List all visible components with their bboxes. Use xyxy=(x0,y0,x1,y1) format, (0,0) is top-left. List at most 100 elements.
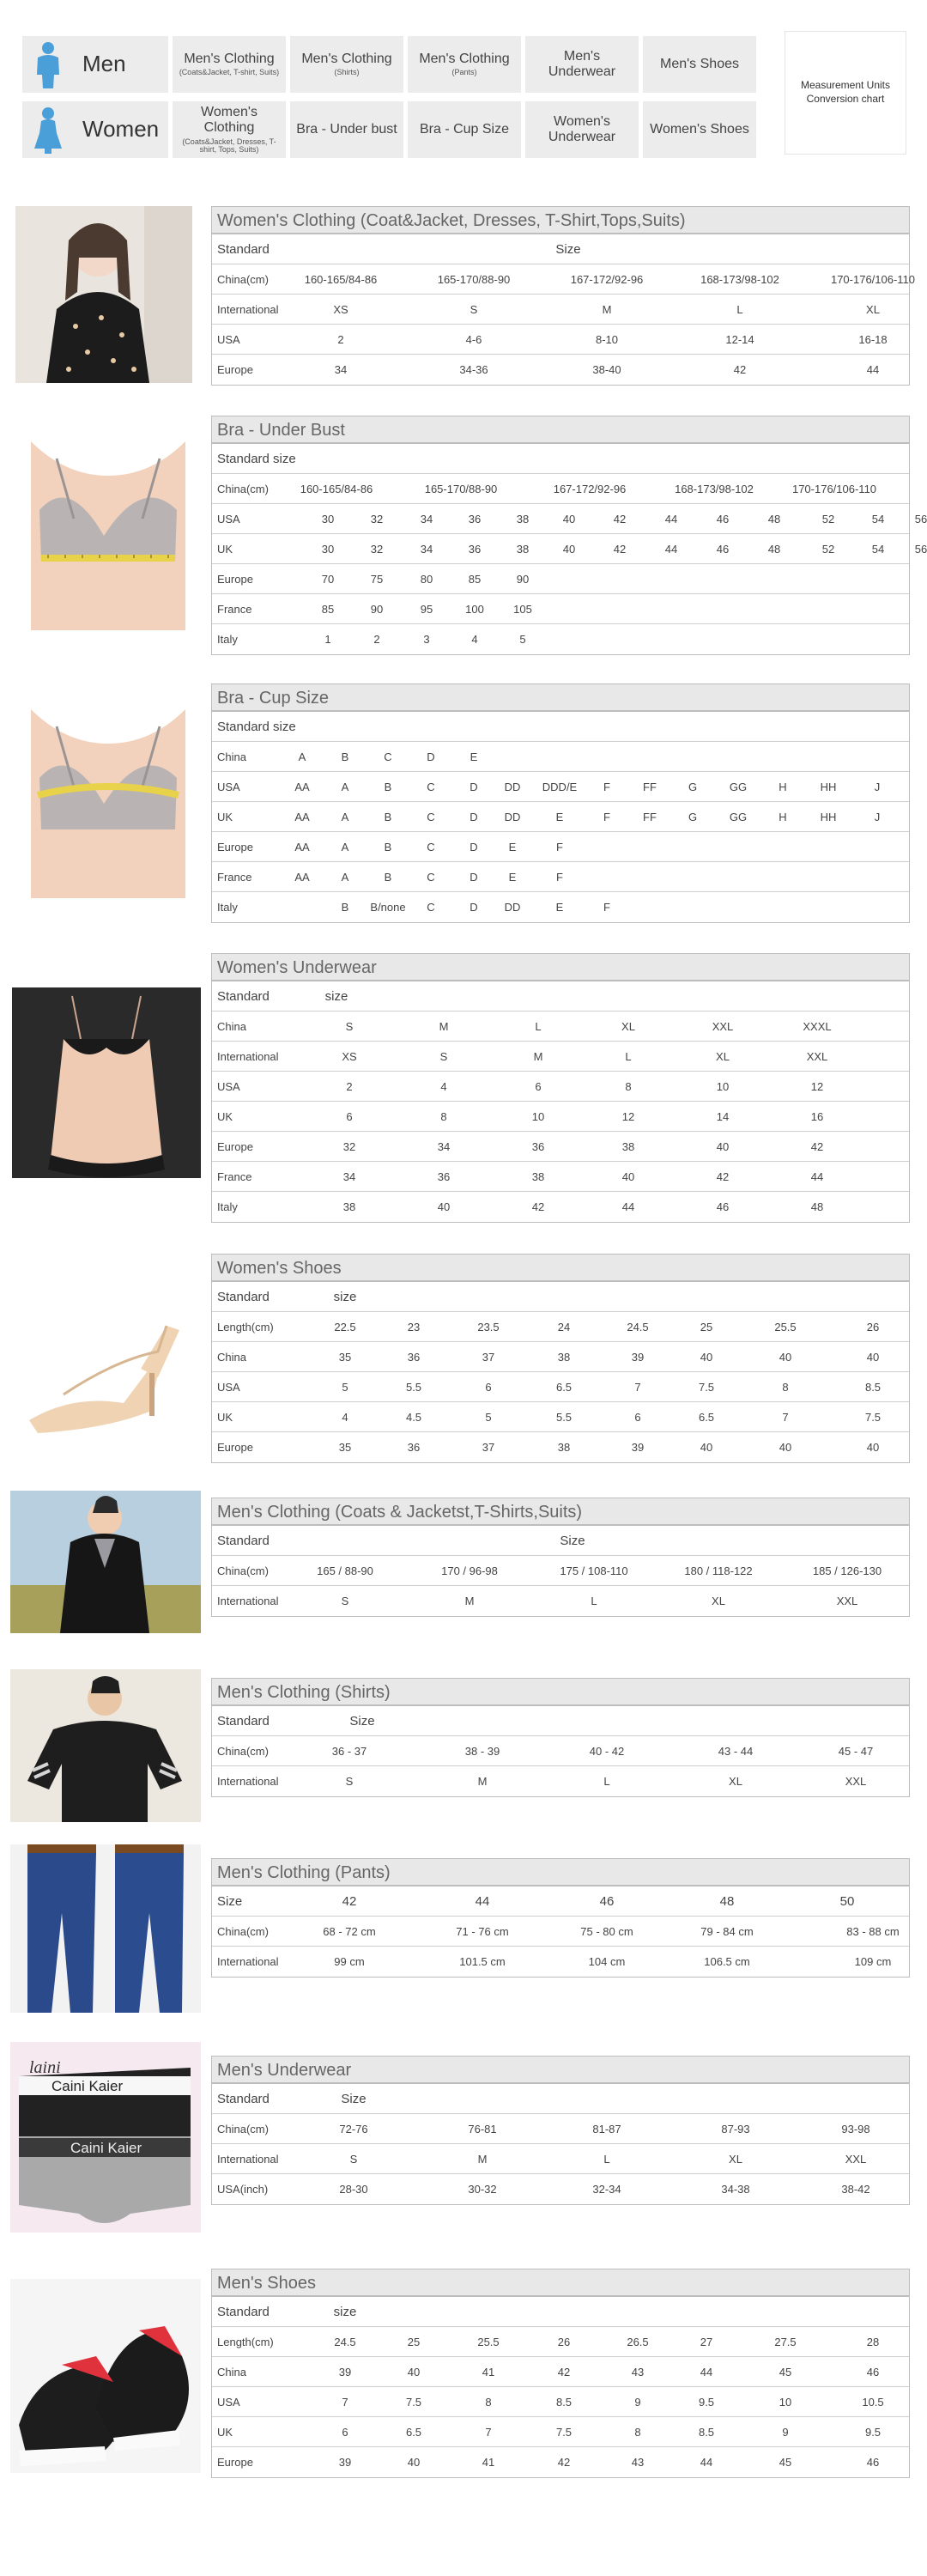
underwear-brand-bottom: Caini Kaier xyxy=(70,2140,142,2156)
row-label: Standard xyxy=(217,989,270,1004)
table-cell: 25 xyxy=(407,2336,421,2348)
table-cell: 54 xyxy=(871,513,885,526)
table-cell: D xyxy=(470,841,478,854)
row-label: USA xyxy=(217,1080,240,1093)
table-cell: B xyxy=(384,781,392,793)
table-cell: 12 xyxy=(621,1110,635,1123)
women-nav-header[interactable]: Women xyxy=(22,101,168,158)
row-label: UK xyxy=(217,1411,233,1424)
table-cell: 72-76 xyxy=(339,2123,368,2136)
table-cell: AA xyxy=(294,781,310,793)
nav-sublabel: (Coats&Jacket, Dresses, T-shirt, Tops, S… xyxy=(182,137,276,155)
table-cell: L xyxy=(603,1775,610,1788)
table-cell: 4 xyxy=(342,1411,348,1424)
table-standard-row: Standard Size xyxy=(212,2084,909,2114)
table-cell: L xyxy=(603,2153,610,2166)
table-cell: 85 xyxy=(321,603,335,616)
table-cell: 168-173/98-102 xyxy=(700,273,779,286)
table-cell: 25.5 xyxy=(774,1321,797,1334)
table-cell: H xyxy=(779,781,787,793)
table-cell: M xyxy=(602,303,612,316)
nav-mens-clothing-shirts[interactable]: Men's Clothing (Shirts) xyxy=(290,36,403,93)
table-cell: 76-81 xyxy=(468,2123,497,2136)
nav-mens-clothing-pants[interactable]: Men's Clothing (Pants) xyxy=(408,36,521,93)
table-cell: 42 xyxy=(342,1894,357,1909)
table-cell: 81-87 xyxy=(592,2123,621,2136)
row-label: China xyxy=(217,750,246,763)
nav-bra-cup-size[interactable]: Bra - Cup Size xyxy=(408,101,521,158)
table-cell: AA xyxy=(294,811,310,823)
table-title: Women's Clothing (Coat&Jacket, Dresses, … xyxy=(212,207,909,234)
nav-mens-underwear[interactable]: Men's Underwear xyxy=(525,36,639,93)
nav-label: Bra - Cup Size xyxy=(419,121,510,137)
nav-mens-clothing-coats[interactable]: Men's Clothing (Coats&Jacket, T-shirt, Su… xyxy=(173,36,286,93)
table-cell: 168-173/98-102 xyxy=(675,483,754,495)
table-cell: 105 xyxy=(513,603,532,616)
table-cell: 36 xyxy=(437,1170,451,1183)
table-womens-underwear: Women's Underwear Standard size China S M L X… xyxy=(211,953,910,1223)
table-cell: 45 xyxy=(779,2456,792,2469)
table-cell: 48 xyxy=(810,1200,824,1213)
table-row: China(cm) 165 / 88-90 170 / 96-98 175 / 108… xyxy=(212,1556,909,1586)
table-row: China(cm) 68 - 72 cm 71 - 76 cm 75 - 80 cm 7… xyxy=(212,1917,909,1947)
men-nav-header[interactable]: Men xyxy=(22,36,168,93)
table-cell: XXL xyxy=(806,1050,828,1063)
table-womens-shoes: Women's Shoes Standard size Length(cm) 22.… xyxy=(211,1254,910,1463)
table-cell: 25 xyxy=(700,1321,713,1334)
conversion-chart-link[interactable]: Measurement Units Conversion chart xyxy=(785,31,906,155)
table-row: China(cm) 160-165/84-86 165-170/88-90 167-1… xyxy=(212,474,909,504)
nav-bra-under-bust[interactable]: Bra - Under bust xyxy=(290,101,403,158)
row-sub-text: Size xyxy=(349,1714,375,1728)
row-label: USA xyxy=(217,513,240,526)
table-cell: 40 xyxy=(716,1140,730,1153)
table-cell: 34 xyxy=(342,1170,356,1183)
table-cell: C xyxy=(427,901,435,914)
nav-womens-underwear[interactable]: Women's Underwear xyxy=(525,101,639,158)
row-label: Standard xyxy=(217,1534,270,1548)
table-cell: 39 xyxy=(338,2456,352,2469)
row-label: Europe xyxy=(217,573,253,586)
table-cell: 24 xyxy=(557,1321,571,1334)
table-cell: 83 - 88 cm xyxy=(846,1925,900,1938)
table-cell: 16-18 xyxy=(858,333,888,346)
table-cell: E xyxy=(555,811,564,823)
table-cell: 34-38 xyxy=(721,2183,750,2196)
table-cell: XXXL xyxy=(803,1020,832,1033)
row-label: Standard xyxy=(217,242,270,257)
table-cell: 46 xyxy=(866,2456,880,2469)
table-cell: 3 xyxy=(423,633,430,646)
table-row: UK 30 32 34 36 38 40 42 44 46 48 52 54 56 xyxy=(212,534,927,564)
table-cell: S xyxy=(439,1050,448,1063)
row-label: France xyxy=(217,1170,252,1183)
table-cell: 7.5 xyxy=(698,1381,715,1394)
table-cell: C xyxy=(427,871,435,884)
table-cell: G xyxy=(688,781,698,793)
table-cell: 8 xyxy=(625,1080,632,1093)
nav-womens-clothing[interactable]: Women's Clothing (Coats&Jacket, Dresses, … xyxy=(173,101,286,158)
table-cell: 38 xyxy=(531,1170,545,1183)
nav-mens-shoes[interactable]: Men's Shoes xyxy=(643,36,756,93)
table-cell: 93-98 xyxy=(841,2123,870,2136)
table-cell: 5 xyxy=(342,1381,348,1394)
nav-womens-shoes[interactable]: Women's Shoes xyxy=(643,101,756,158)
table-cell: 26 xyxy=(557,2336,571,2348)
womens-underwear-photo xyxy=(12,987,201,1178)
row-sub-text: Size xyxy=(560,1534,585,1548)
table-cell: 32-34 xyxy=(592,2183,621,2196)
table-cell: 5.5 xyxy=(555,1411,573,1424)
table-row: Europe 35 36 37 38 39 40 40 40 xyxy=(212,1432,909,1462)
table-cell: 39 xyxy=(338,2366,352,2379)
table-cell: S xyxy=(345,1775,354,1788)
table-cell: 167-172/92-96 xyxy=(553,483,627,495)
table-cell: 54 xyxy=(871,543,885,556)
table-cell: 48 xyxy=(767,543,781,556)
man-icon xyxy=(31,40,65,88)
table-bra-cup-size: Bra - Cup Size Standard size China A B C D E … xyxy=(211,683,910,923)
row-label: France xyxy=(217,603,252,616)
table-cell: 50 xyxy=(839,1894,855,1909)
nav-label: Men's Clothing xyxy=(419,51,510,66)
row-label: UK xyxy=(217,2426,233,2439)
table-cell: 42 xyxy=(613,513,627,526)
row-label: USA(inch) xyxy=(217,2183,269,2196)
table-cell: B xyxy=(384,841,392,854)
